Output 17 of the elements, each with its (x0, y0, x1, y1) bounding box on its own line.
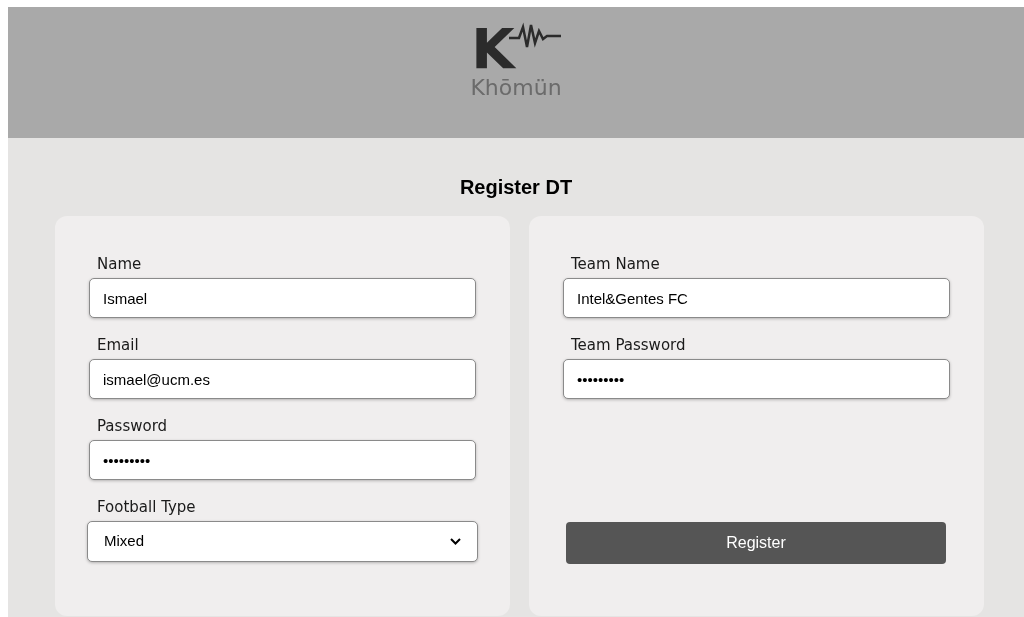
field-label: Password (97, 416, 169, 436)
logo-name: Khōmün (470, 75, 562, 101)
input-field[interactable]: ismael@ucm.es (89, 359, 476, 399)
chevron-down-icon (450, 538, 461, 545)
field-label: Football Type (97, 497, 197, 517)
input-field[interactable]: Intel&Gentes FC (563, 278, 950, 318)
select-field[interactable]: Mixed (87, 521, 478, 562)
field-label: Name (97, 254, 143, 274)
page-title: Register DT (459, 175, 573, 200)
field-label: Team Password (571, 335, 687, 355)
field-label: Team Name (571, 254, 661, 274)
field-label: Email (97, 335, 140, 355)
input-field[interactable]: Ismael (89, 278, 476, 318)
input-field[interactable]: ••••••••• (89, 440, 476, 480)
register-button[interactable]: Register (566, 522, 946, 564)
logo-letter: K (471, 25, 515, 73)
input-field[interactable]: ••••••••• (563, 359, 950, 399)
